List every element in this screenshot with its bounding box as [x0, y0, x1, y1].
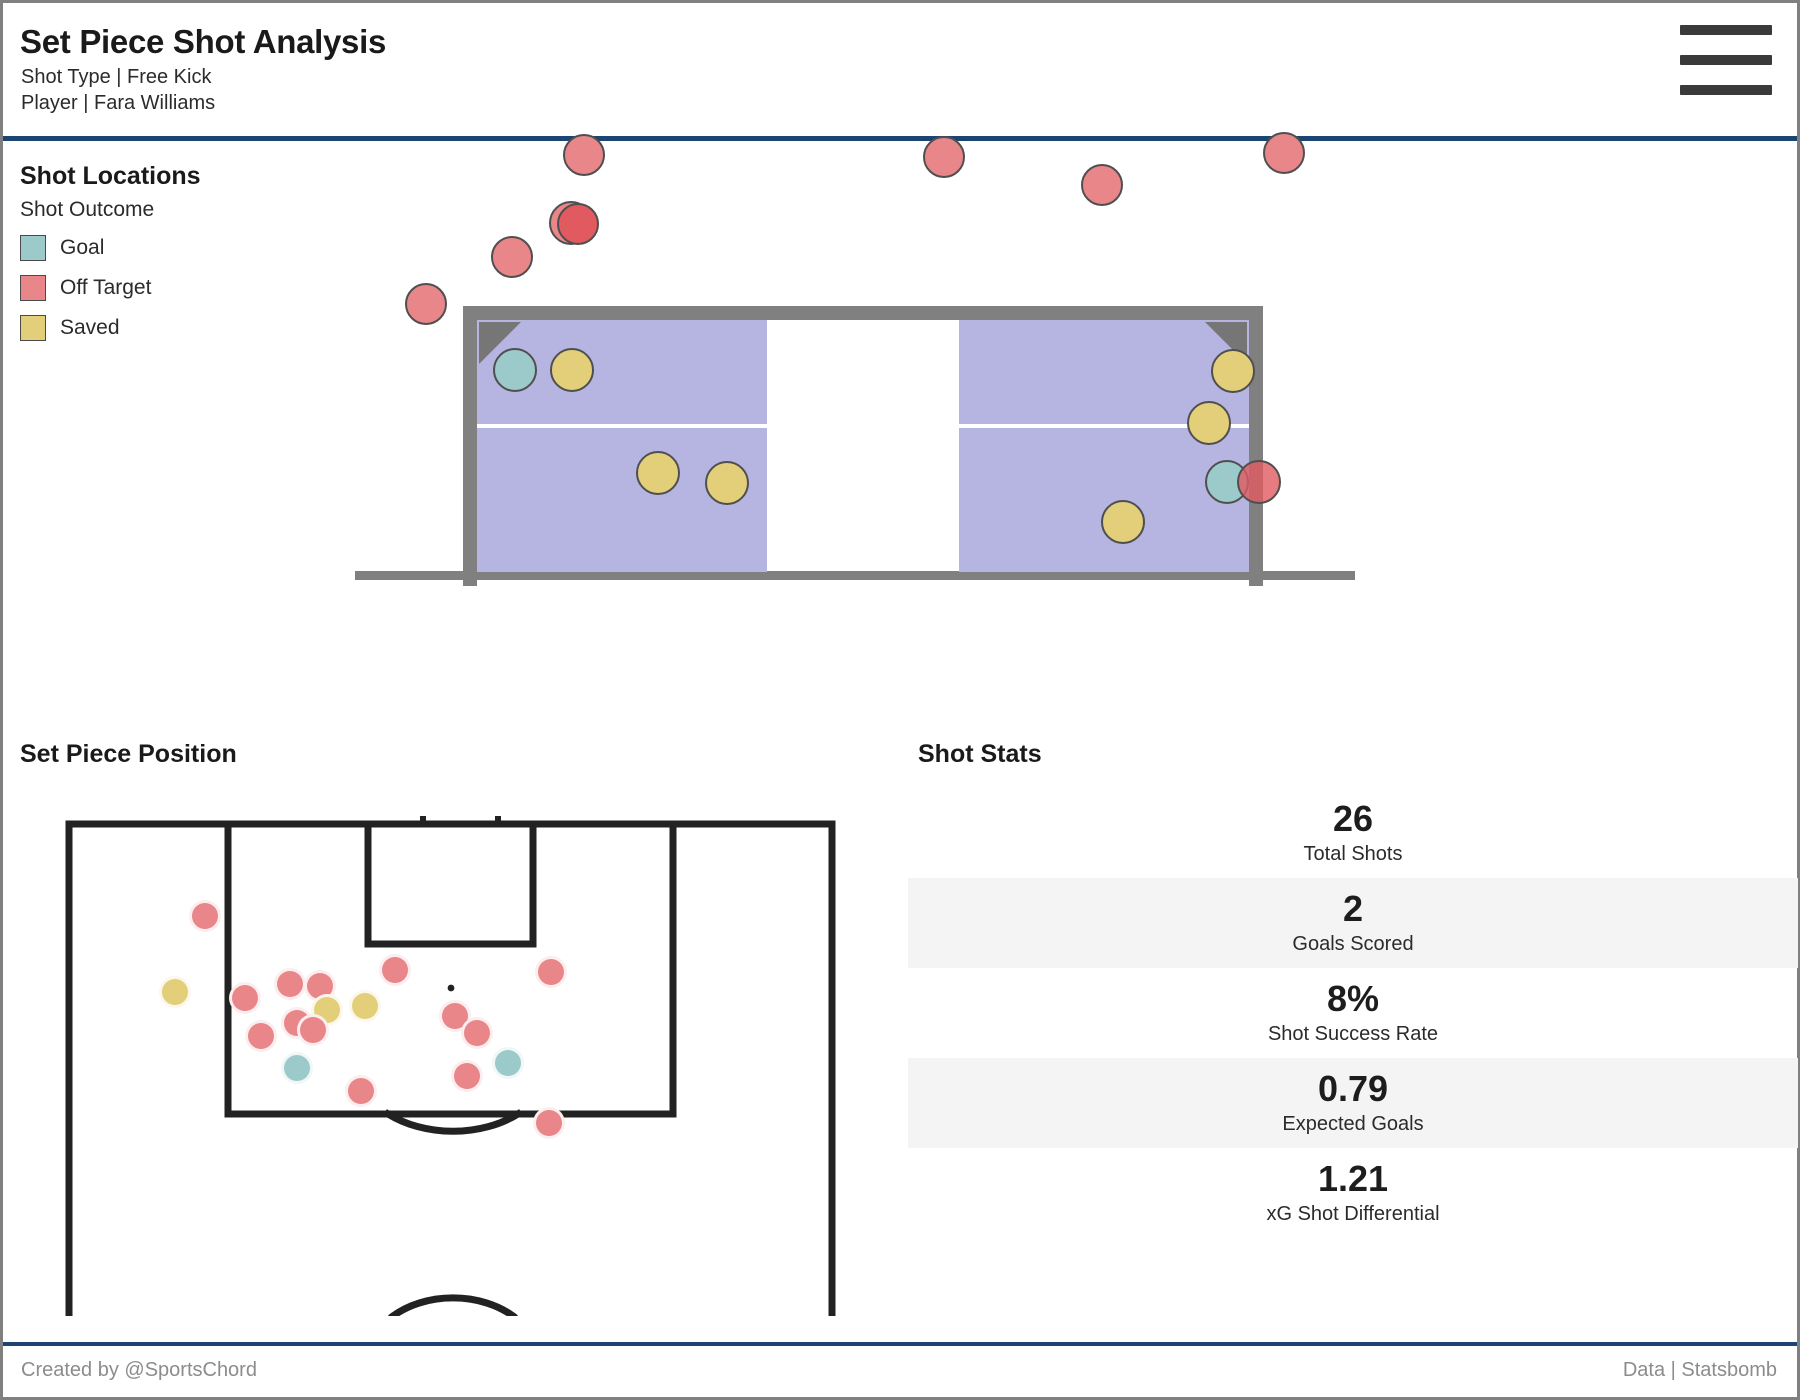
- stat-value: 26: [1332, 798, 1374, 840]
- shot-dot[interactable]: [550, 348, 594, 392]
- goal-frame: [463, 306, 1263, 586]
- shot-dot[interactable]: [281, 1052, 313, 1084]
- stat-label: Expected Goals: [1282, 1112, 1424, 1135]
- shot-dot[interactable]: [189, 900, 221, 932]
- subtitle-player: Player | Fara Williams: [21, 92, 216, 114]
- shot-dot[interactable]: [159, 976, 191, 1008]
- shot-stats-list: 26 Total Shots 2 Goals Scored 8% Shot Su…: [908, 788, 1798, 1238]
- penalty-spot: [447, 984, 455, 992]
- shot-dot[interactable]: [557, 203, 599, 245]
- shot-dot[interactable]: [1263, 132, 1305, 174]
- goal-mouth-plot: [355, 132, 1583, 726]
- shot-dot[interactable]: [705, 461, 749, 505]
- footer-credit: Created by @SportsChord: [21, 1359, 257, 1381]
- hamburger-bar-3: [1680, 85, 1772, 95]
- stat-row-total-shots: 26 Total Shots: [908, 788, 1798, 878]
- stat-row-goals-scored: 2 Goals Scored: [908, 878, 1798, 968]
- subtitle-shot-type: Shot Type | Free Kick: [21, 66, 212, 88]
- shot-outcome-legend: Goal Off Target Saved: [20, 228, 151, 348]
- legend-item-goal[interactable]: Goal: [20, 228, 151, 268]
- legend-label-off-target: Off Target: [60, 276, 152, 299]
- shot-dot[interactable]: [492, 1047, 524, 1079]
- shot-dot[interactable]: [379, 954, 411, 986]
- stat-label: Total Shots: [1303, 842, 1403, 865]
- stat-row-shot-success-rate: 8% Shot Success Rate: [908, 968, 1798, 1058]
- pitch-plot: [63, 816, 838, 1316]
- shot-dot[interactable]: [493, 348, 537, 392]
- shot-dot[interactable]: [297, 1014, 329, 1046]
- header: Set Piece Shot Analysis Shot Type | Free…: [3, 3, 1797, 141]
- shot-dot[interactable]: [923, 136, 965, 178]
- shot-dot[interactable]: [345, 1075, 377, 1107]
- shot-dot[interactable]: [491, 236, 533, 278]
- hamburger-bar-1: [1680, 25, 1772, 35]
- shot-dot[interactable]: [274, 968, 306, 1000]
- shot-dot[interactable]: [405, 283, 447, 325]
- stat-value: 2: [1342, 888, 1364, 930]
- legend-swatch-saved: [20, 315, 46, 341]
- legend-item-off-target[interactable]: Off Target: [20, 268, 151, 308]
- page-title: Set Piece Shot Analysis: [20, 23, 387, 60]
- hamburger-bar-2: [1680, 55, 1772, 65]
- shot-dot[interactable]: [1081, 164, 1123, 206]
- shot-dot[interactable]: [1187, 401, 1231, 445]
- set-piece-position-title: Set Piece Position: [20, 740, 237, 768]
- legend-swatch-off-target: [20, 275, 46, 301]
- stat-label: xG Shot Differential: [1266, 1202, 1440, 1225]
- legend-item-saved[interactable]: Saved: [20, 308, 151, 348]
- dashboard-root: Set Piece Shot Analysis Shot Type | Free…: [0, 0, 1800, 1400]
- stat-value: 1.21: [1317, 1158, 1389, 1200]
- shot-dot[interactable]: [1101, 500, 1145, 544]
- shot-locations-title: Shot Locations: [20, 162, 201, 190]
- shot-dot[interactable]: [451, 1060, 483, 1092]
- pitch-diagram: [65, 816, 836, 1316]
- shot-dot[interactable]: [1211, 349, 1255, 393]
- shot-dot[interactable]: [245, 1020, 277, 1052]
- footer-data-source: Data | Statsbomb: [1622, 1359, 1777, 1381]
- stat-value: 8%: [1326, 978, 1380, 1020]
- shot-dot[interactable]: [636, 451, 680, 495]
- stat-label: Shot Success Rate: [1267, 1022, 1439, 1045]
- legend-label-goal: Goal: [60, 236, 105, 259]
- footer: Created by @SportsChord Data | Statsbomb: [3, 1342, 1797, 1397]
- stat-row-expected-goals: 0.79 Expected Goals: [908, 1058, 1798, 1148]
- shot-dot[interactable]: [349, 990, 381, 1022]
- stat-row-xg-shot-differential: 1.21 xG Shot Differential: [908, 1148, 1798, 1238]
- shot-dot[interactable]: [563, 134, 605, 176]
- shot-dot[interactable]: [535, 956, 567, 988]
- legend-label-saved: Saved: [60, 316, 120, 339]
- legend-title: Shot Outcome: [20, 198, 155, 221]
- shot-locations-section: Shot Locations Shot Outcome Goal Off Tar…: [3, 132, 1797, 726]
- shot-dot[interactable]: [1237, 460, 1281, 504]
- shot-stats-title: Shot Stats: [918, 740, 1042, 768]
- stat-value: 0.79: [1317, 1068, 1389, 1110]
- hamburger-menu-icon[interactable]: [1680, 25, 1772, 95]
- shot-dot[interactable]: [533, 1107, 565, 1139]
- lower-section: Set Piece Position Shot Stats 26 Total S…: [3, 726, 1798, 1348]
- shot-dot[interactable]: [229, 982, 261, 1014]
- stat-label: Goals Scored: [1292, 932, 1414, 955]
- legend-swatch-goal: [20, 235, 46, 261]
- shot-dot[interactable]: [461, 1017, 493, 1049]
